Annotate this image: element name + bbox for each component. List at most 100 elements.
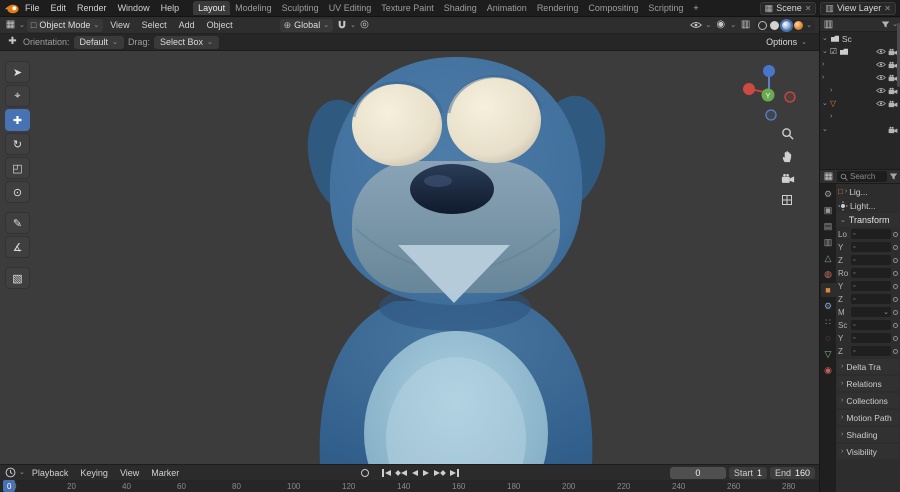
play-reverse-button[interactable]: [411, 467, 418, 479]
rotation-x-field[interactable]: ▫: [851, 268, 891, 278]
tab-object[interactable]: ■: [820, 283, 836, 297]
lock-icon[interactable]: ▫: [853, 244, 855, 251]
menu-render[interactable]: Render: [72, 2, 112, 14]
section-delta-transform[interactable]: › Delta Tra: [837, 359, 899, 374]
orientation-dropdown[interactable]: Default ⌄: [73, 35, 124, 49]
outliner-row-collection[interactable]: ⌄ ☑: [820, 45, 900, 58]
animate-dot[interactable]: [893, 283, 898, 289]
tab-modifiers[interactable]: ⚙: [821, 299, 836, 313]
gizmo-z-neg-axis[interactable]: [765, 109, 777, 121]
close-icon[interactable]: ✕: [884, 4, 891, 13]
current-frame-field[interactable]: 0: [669, 466, 726, 479]
tab-render[interactable]: ▣: [821, 203, 836, 217]
lock-icon[interactable]: ▫: [853, 231, 855, 238]
lock-icon[interactable]: ▫: [853, 257, 855, 264]
start-frame-field[interactable]: Start 1: [728, 466, 767, 479]
tool-annotate[interactable]: ✎: [5, 212, 30, 234]
outliner-row-object[interactable]: ›: [820, 58, 900, 71]
workspace-tab-shading[interactable]: Shading: [439, 1, 482, 15]
camera-restrict-icon[interactable]: [888, 100, 898, 108]
outliner-row-object[interactable]: ›: [820, 71, 900, 84]
zoom-icon[interactable]: [781, 127, 794, 140]
xray-icon[interactable]: ▥: [739, 19, 752, 32]
lock-icon[interactable]: ▫: [853, 335, 855, 342]
workspace-tab-sculpting[interactable]: Sculpting: [277, 1, 324, 15]
section-visibility[interactable]: › Visibility: [837, 444, 899, 459]
rotation-mode-dropdown[interactable]: ⌄: [851, 307, 891, 317]
workspace-tab-layout[interactable]: Layout: [193, 1, 231, 15]
transform-orientation-selector[interactable]: ⊕ Global ⌄: [279, 18, 334, 32]
gizmo-x-axis[interactable]: [743, 83, 755, 95]
animate-dot[interactable]: [893, 348, 898, 354]
workspace-tab-modeling[interactable]: Modeling: [230, 1, 277, 15]
camera-view-icon[interactable]: [781, 173, 795, 184]
outliner-row-object[interactable]: ›: [820, 110, 900, 123]
filter-icon[interactable]: [881, 20, 890, 29]
lock-icon[interactable]: ▫: [853, 270, 855, 277]
lock-icon[interactable]: ▫: [853, 322, 855, 329]
timeline-ruler[interactable]: 0 0 20 40 60 80 100 120 140 160 180 200 …: [0, 480, 819, 492]
next-keyframe-button[interactable]: [433, 467, 446, 479]
menu-window[interactable]: Window: [113, 2, 155, 14]
snap-magnet-icon[interactable]: [335, 19, 348, 32]
chevron-right-icon[interactable]: ›: [822, 74, 824, 81]
chevron-right-icon[interactable]: ›: [830, 87, 832, 94]
tab-scene[interactable]: △: [821, 251, 836, 265]
playhead[interactable]: 0: [3, 480, 16, 492]
menu-add[interactable]: Add: [174, 19, 200, 31]
character-model[interactable]: [0, 51, 819, 464]
tab-material[interactable]: ◉: [821, 363, 836, 377]
visibility-eye-icon[interactable]: [689, 19, 702, 32]
location-x-field[interactable]: ▫: [851, 229, 891, 239]
timeline-editor-icon[interactable]: [4, 466, 17, 479]
prev-keyframe-button[interactable]: [394, 467, 407, 479]
mode-selector[interactable]: □ Object Mode ⌄: [26, 18, 104, 32]
blender-logo-icon[interactable]: [4, 3, 19, 14]
navigation-gizmo[interactable]: Y: [737, 59, 801, 123]
menu-help[interactable]: Help: [156, 2, 185, 14]
tab-particles[interactable]: ∷: [821, 315, 836, 329]
rotation-y-field[interactable]: ▫: [851, 281, 891, 291]
animate-dot[interactable]: [893, 296, 898, 302]
ortho-grid-icon[interactable]: [781, 194, 793, 206]
workspace-tab-uv-editing[interactable]: UV Editing: [324, 1, 377, 15]
add-workspace-button[interactable]: +: [688, 1, 703, 15]
tool-cursor[interactable]: ⌖: [5, 85, 30, 107]
section-relations[interactable]: › Relations: [837, 376, 899, 391]
section-shading[interactable]: › Shading: [837, 427, 899, 442]
animate-dot[interactable]: [893, 309, 898, 315]
section-motion-paths[interactable]: › Motion Path: [837, 410, 899, 425]
breadcrumb[interactable]: □ › Lig...: [837, 185, 899, 198]
menu-playback[interactable]: Playback: [27, 467, 74, 479]
tab-object-data[interactable]: ▽: [821, 347, 836, 361]
close-icon[interactable]: ✕: [805, 4, 812, 13]
transform-panel-header[interactable]: ⌄ Transform: [837, 213, 899, 227]
workspace-tab-animation[interactable]: Animation: [482, 1, 532, 15]
section-collections[interactable]: › Collections: [837, 393, 899, 408]
menu-keying[interactable]: Keying: [75, 467, 113, 479]
gizmo-z-axis[interactable]: [763, 65, 775, 77]
scale-x-field[interactable]: ▫: [851, 320, 891, 330]
camera-restrict-icon[interactable]: [888, 87, 898, 95]
tool-select-box[interactable]: ➤: [5, 61, 30, 83]
location-z-field[interactable]: ▫: [851, 255, 891, 265]
tool-measure[interactable]: ∡: [5, 236, 30, 258]
workspace-tab-texture-paint[interactable]: Texture Paint: [376, 1, 439, 15]
tool-rotate[interactable]: ↻: [5, 133, 30, 155]
tab-view-layer[interactable]: ▥: [821, 235, 836, 249]
animate-dot[interactable]: [893, 322, 898, 328]
properties-editor-icon[interactable]: ▦: [822, 170, 835, 183]
proportional-edit-icon[interactable]: ◎: [358, 19, 371, 32]
pan-hand-icon[interactable]: [781, 150, 794, 163]
properties-search-field[interactable]: Search: [837, 171, 887, 182]
chevron-right-icon[interactable]: ›: [830, 113, 832, 120]
workspace-tab-scripting[interactable]: Scripting: [643, 1, 688, 15]
overlays-icon[interactable]: ◉: [714, 19, 727, 32]
tab-physics[interactable]: ◌: [821, 331, 836, 345]
eye-icon[interactable]: [876, 48, 886, 55]
lock-icon[interactable]: ▫: [853, 283, 855, 290]
menu-select[interactable]: Select: [137, 19, 172, 31]
end-frame-field[interactable]: End 160: [769, 466, 815, 479]
menu-view-timeline[interactable]: View: [115, 467, 144, 479]
scene-selector[interactable]: ▦ Scene ✕: [759, 1, 817, 15]
